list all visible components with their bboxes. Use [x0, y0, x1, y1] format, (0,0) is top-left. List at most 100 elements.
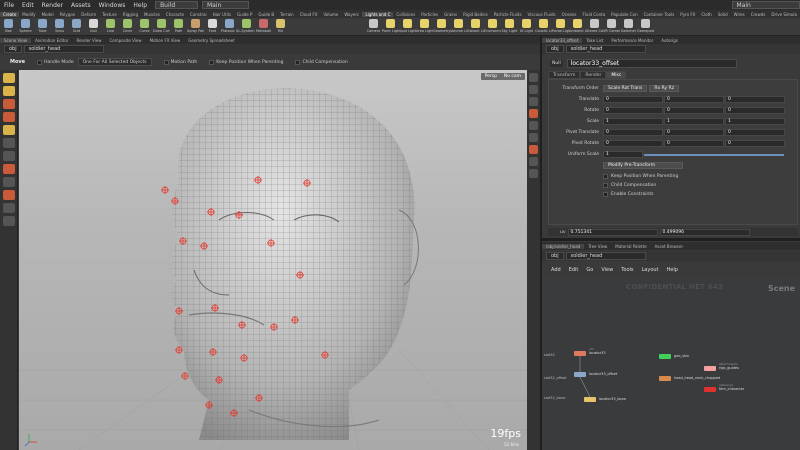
menu-windows[interactable]: Windows — [95, 2, 130, 9]
shelf-tab-right-5[interactable]: Particle Fluids — [491, 12, 525, 17]
right-pane-tab-3[interactable]: Autorigs — [657, 38, 682, 43]
translate-x-field[interactable]: 0 — [603, 96, 663, 103]
shelf-tab-left-6[interactable]: Rigging — [120, 12, 141, 17]
shelf-tab-right-15[interactable]: Crowds — [748, 12, 769, 17]
menu-render[interactable]: Render — [38, 2, 67, 9]
tab-render[interactable]: Render — [580, 71, 607, 79]
network-menu-layout[interactable]: Layout — [639, 267, 662, 273]
scale-x-field[interactable]: 1 — [603, 118, 663, 125]
camera-menu[interactable]: No cam — [499, 73, 525, 80]
shelf-right-spot-light-tool[interactable]: Spot Light — [399, 18, 416, 35]
shelf-right-environment-light-tool[interactable]: Environment Light — [484, 18, 501, 35]
right-pane-tab-2[interactable]: Performance Monitor — [607, 38, 657, 43]
shelf-tab-right-10[interactable]: Container Tools — [641, 12, 678, 17]
shelf-tab-right-14[interactable]: Wires — [731, 12, 748, 17]
shelf-right-volume-light-tool[interactable]: Volume Light — [450, 18, 467, 35]
right-desktop-dropdown[interactable]: Main — [731, 1, 800, 9]
network-path-context[interactable]: obj — [546, 252, 564, 260]
shelf-torus-tool[interactable]: Torus — [51, 18, 68, 35]
lighting-icon[interactable] — [529, 85, 538, 94]
shelf-tab-right-11[interactable]: Pyro FX — [677, 12, 698, 17]
pivot-rotate-z-field[interactable]: 0 — [725, 140, 785, 147]
shelf-tab-left-7[interactable]: Muscles — [141, 12, 163, 17]
node-fem-character[interactable] — [704, 387, 716, 392]
keep-position-parm-checkbox[interactable] — [603, 174, 608, 179]
left-pane-tab-0[interactable]: Scene View — [0, 37, 31, 43]
network-menu-help[interactable]: Help — [664, 267, 681, 273]
shelf-tab-left-12[interactable]: Guide B — [255, 12, 277, 17]
pivot-rotate-x-field[interactable]: 0 — [603, 140, 663, 147]
left-pane-tab-4[interactable]: Motion FX View — [146, 38, 185, 43]
rotate-x-field[interactable]: 0 — [603, 107, 663, 114]
uniform-scale-slider[interactable] — [644, 153, 784, 156]
node-locator33-bone[interactable] — [584, 397, 596, 402]
left-pane-tab-5[interactable]: Geometry Spreadsheet — [184, 38, 238, 43]
network-pane-tab-3[interactable]: Asset Browser — [651, 244, 687, 249]
node-rigs-guides[interactable] — [704, 366, 716, 371]
shelf-line-tool[interactable]: Line — [102, 18, 119, 35]
shelf-tab-left-1[interactable]: Modify — [19, 12, 38, 17]
display-tool-icon[interactable] — [3, 203, 15, 213]
right-pane-tab-0[interactable]: locator33_offset — [542, 37, 583, 43]
tab-misc[interactable]: Misc — [606, 71, 627, 79]
shelf-tab-right-16[interactable]: Drive Simula — [768, 12, 800, 17]
uniform-scale-field[interactable]: 1 — [603, 151, 643, 158]
shelf-tab-left-14[interactable]: Cloud FX — [297, 12, 321, 17]
right-pane-tab-1[interactable]: Take List — [582, 38, 607, 43]
perspective-menu[interactable]: Persp — [480, 73, 501, 80]
menu-file[interactable]: File — [0, 2, 18, 9]
shelf-right-gamepad-camera-tool[interactable]: Gamepad Camera — [637, 18, 654, 35]
shelf-tab-left-9[interactable]: Constrai — [187, 12, 210, 17]
enable-constraints-checkbox[interactable] — [603, 192, 608, 197]
shelf-right-vr-camera-tool[interactable]: VR Camera — [603, 18, 620, 35]
network-menu-add[interactable]: Add — [548, 267, 564, 273]
rotate-y-field[interactable]: 0 — [664, 107, 724, 114]
shelf-file-tool[interactable]: File — [272, 18, 289, 35]
left-pane-tab-2[interactable]: Render View — [72, 38, 105, 43]
left-path-context[interactable]: obj — [4, 45, 22, 53]
motion-path-option[interactable]: Motion Path — [163, 59, 197, 65]
pivot-translate-z-field[interactable]: 0 — [725, 129, 785, 136]
shelf-tab-left-0[interactable]: Create — [0, 11, 20, 17]
shelf-curve-tool[interactable]: Curve — [136, 18, 153, 35]
shelf-tab-left-11[interactable]: Guide P — [234, 12, 255, 17]
shelf-draw-curve-tool[interactable]: Draw Curve — [153, 18, 170, 35]
shelf-right-point-light-tool[interactable]: Point Light — [382, 18, 399, 35]
scale-y-field[interactable]: 1 — [664, 118, 724, 125]
shelf-tab-right-6[interactable]: Viscous Fluids — [525, 12, 559, 17]
shelf-right-sky-light-tool[interactable]: Sky Light — [501, 18, 518, 35]
shelf-tab-left-10[interactable]: Hair Utils — [210, 12, 234, 17]
menu-assets[interactable]: Assets — [67, 2, 95, 9]
shelf-null-tool[interactable]: Null — [85, 18, 102, 35]
network-pane-tab-2[interactable]: Material Palette — [611, 244, 650, 249]
pivot-translate-x-field[interactable]: 0 — [603, 129, 663, 136]
pin-tool-icon[interactable] — [3, 177, 15, 187]
grid-icon[interactable] — [529, 157, 538, 166]
selection-mode-button[interactable]: One For All Selected Objects — [77, 58, 152, 66]
scale-z-field[interactable]: 1 — [725, 118, 785, 125]
shelf-tab-left-2[interactable]: Model — [39, 12, 57, 17]
v-value-field[interactable]: 0.499096 — [659, 228, 750, 236]
wireframe-icon[interactable] — [529, 121, 538, 130]
shelf-sphere-tool[interactable]: Sphere — [17, 18, 34, 35]
shelf-tab-left-5[interactable]: Texture — [99, 12, 120, 17]
shelf-right-gi-light-tool[interactable]: GI Light — [518, 18, 535, 35]
node-head-neck[interactable] — [659, 376, 671, 381]
translate-y-field[interactable]: 0 — [664, 96, 724, 103]
shelf-grid-tool[interactable]: Grid — [68, 18, 85, 35]
shelf-tab-left-13[interactable]: Terrain — [277, 12, 297, 17]
rotate-tool-icon[interactable] — [3, 99, 15, 109]
transform-order-dropdown[interactable]: Scale Rot Trans — [603, 85, 648, 92]
move-tool-icon[interactable] — [3, 86, 15, 96]
shelf-font-tool[interactable]: Font — [204, 18, 221, 35]
node-locator33-offset[interactable] — [574, 372, 586, 377]
scale-tool-icon[interactable] — [3, 112, 15, 122]
node-geo-skin[interactable] — [659, 354, 671, 359]
shelf-tab-left-16[interactable]: Wayerc — [341, 12, 362, 17]
display-option-icon[interactable] — [529, 73, 538, 82]
shelf-right-stereo-camera-tool[interactable]: Stereo Camera — [586, 18, 603, 35]
child-compensation-option[interactable]: Child Compensation — [295, 59, 348, 65]
shelf-tab-left-8[interactable]: Characte — [163, 12, 187, 17]
shelf-right-distant-light-tool[interactable]: Distant Light — [467, 18, 484, 35]
shelf-tube-tool[interactable]: Tube — [34, 18, 51, 35]
